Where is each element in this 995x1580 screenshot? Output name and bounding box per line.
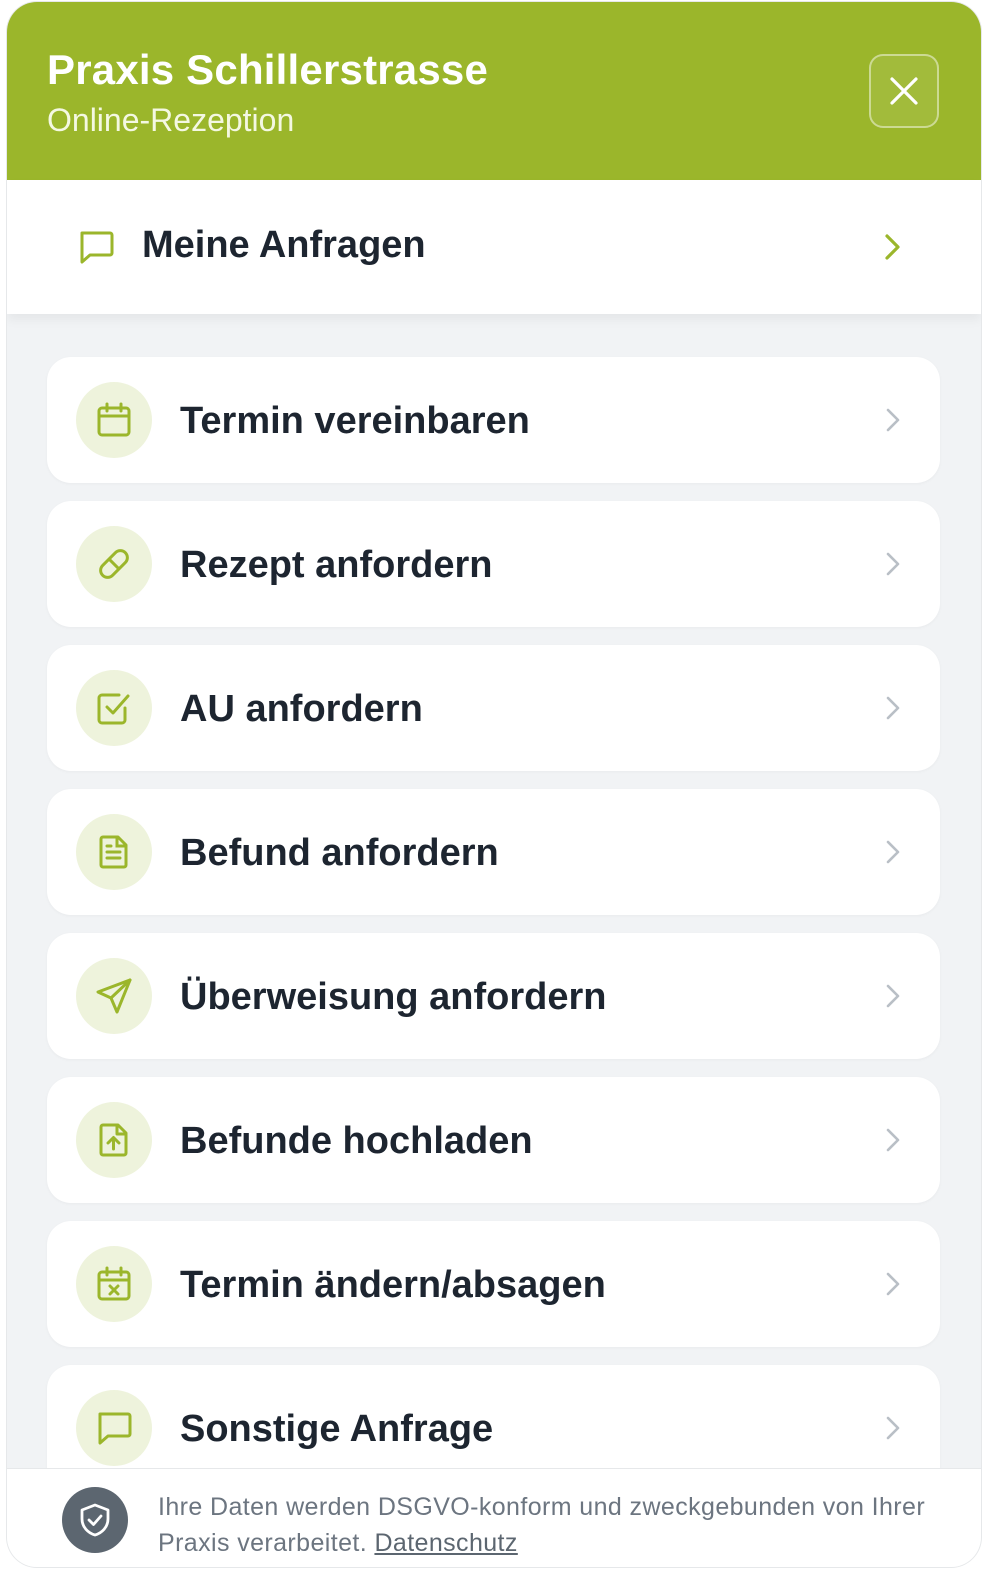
file-upload-icon — [95, 1121, 133, 1159]
menu-item-termin-aendern[interactable]: Termin ändern/absagen — [47, 1221, 940, 1347]
chevron-right-icon — [883, 1414, 903, 1442]
icon-circle — [76, 1390, 152, 1466]
practice-title: Praxis Schillerstrasse — [47, 46, 489, 93]
calendar-icon — [95, 401, 133, 439]
menu-item-befund-anfordern[interactable]: Befund anfordern — [47, 789, 940, 915]
icon-circle — [76, 526, 152, 602]
menu-item-label: AU anfordern — [180, 688, 423, 730]
chevron-right-icon — [883, 694, 903, 722]
privacy-text: Ihre Daten werden DSGVO-konform und zwec… — [158, 1493, 926, 1557]
chevron-right-icon — [883, 982, 903, 1010]
chevron-right-icon — [883, 550, 903, 578]
my-requests-row[interactable]: Meine Anfragen — [7, 180, 981, 314]
shield-badge — [62, 1487, 128, 1553]
reception-widget: Praxis Schillerstrasse Online-Rezeption … — [7, 2, 981, 1567]
menu-item-label: Befund anfordern — [180, 832, 499, 874]
close-button[interactable] — [869, 54, 939, 128]
menu-item-label: Termin ändern/absagen — [180, 1264, 606, 1306]
icon-circle — [76, 958, 152, 1034]
menu-item-termin-vereinbaren[interactable]: Termin vereinbaren — [47, 357, 940, 483]
privacy-note: Ihre Daten werden DSGVO-konform und zwec… — [158, 1489, 958, 1561]
menu-item-rezept-anfordern[interactable]: Rezept anfordern — [47, 501, 940, 627]
chat-bubble-icon — [95, 1409, 133, 1447]
menu-item-label: Überweisung anfordern — [180, 976, 607, 1018]
privacy-link[interactable]: Datenschutz — [374, 1529, 517, 1557]
chevron-right-icon — [881, 232, 905, 262]
icon-circle — [76, 814, 152, 890]
chat-bubble-icon — [77, 228, 115, 266]
menu-item-label: Sonstige Anfrage — [180, 1408, 494, 1450]
close-icon — [889, 76, 919, 106]
icon-circle — [76, 1246, 152, 1322]
menu-item-ueberweisung-anfordern[interactable]: Überweisung anfordern — [47, 933, 940, 1059]
icon-circle — [76, 670, 152, 746]
icon-circle — [76, 382, 152, 458]
send-icon — [94, 976, 134, 1016]
calendar-x-icon — [95, 1265, 133, 1303]
pill-icon — [94, 544, 134, 584]
menu-item-label: Termin vereinbaren — [180, 400, 530, 442]
practice-subtitle: Online-Rezeption — [47, 102, 295, 138]
menu-item-befunde-hochladen[interactable]: Befunde hochladen — [47, 1077, 940, 1203]
widget-header: Praxis Schillerstrasse Online-Rezeption — [7, 2, 981, 180]
privacy-footer: Ihre Daten werden DSGVO-konform und zwec… — [7, 1468, 981, 1567]
chevron-right-icon — [883, 1270, 903, 1298]
menu-item-au-anfordern[interactable]: AU anfordern — [47, 645, 940, 771]
checkbox-icon — [95, 689, 133, 727]
my-requests-label: Meine Anfragen — [142, 224, 426, 266]
menu-item-label: Befunde hochladen — [180, 1120, 533, 1162]
chevron-right-icon — [883, 1126, 903, 1154]
document-icon — [95, 833, 133, 871]
menu-item-label: Rezept anfordern — [180, 544, 493, 586]
icon-circle — [76, 1102, 152, 1178]
chevron-right-icon — [883, 838, 903, 866]
shield-check-icon — [77, 1502, 113, 1538]
chevron-right-icon — [883, 406, 903, 434]
